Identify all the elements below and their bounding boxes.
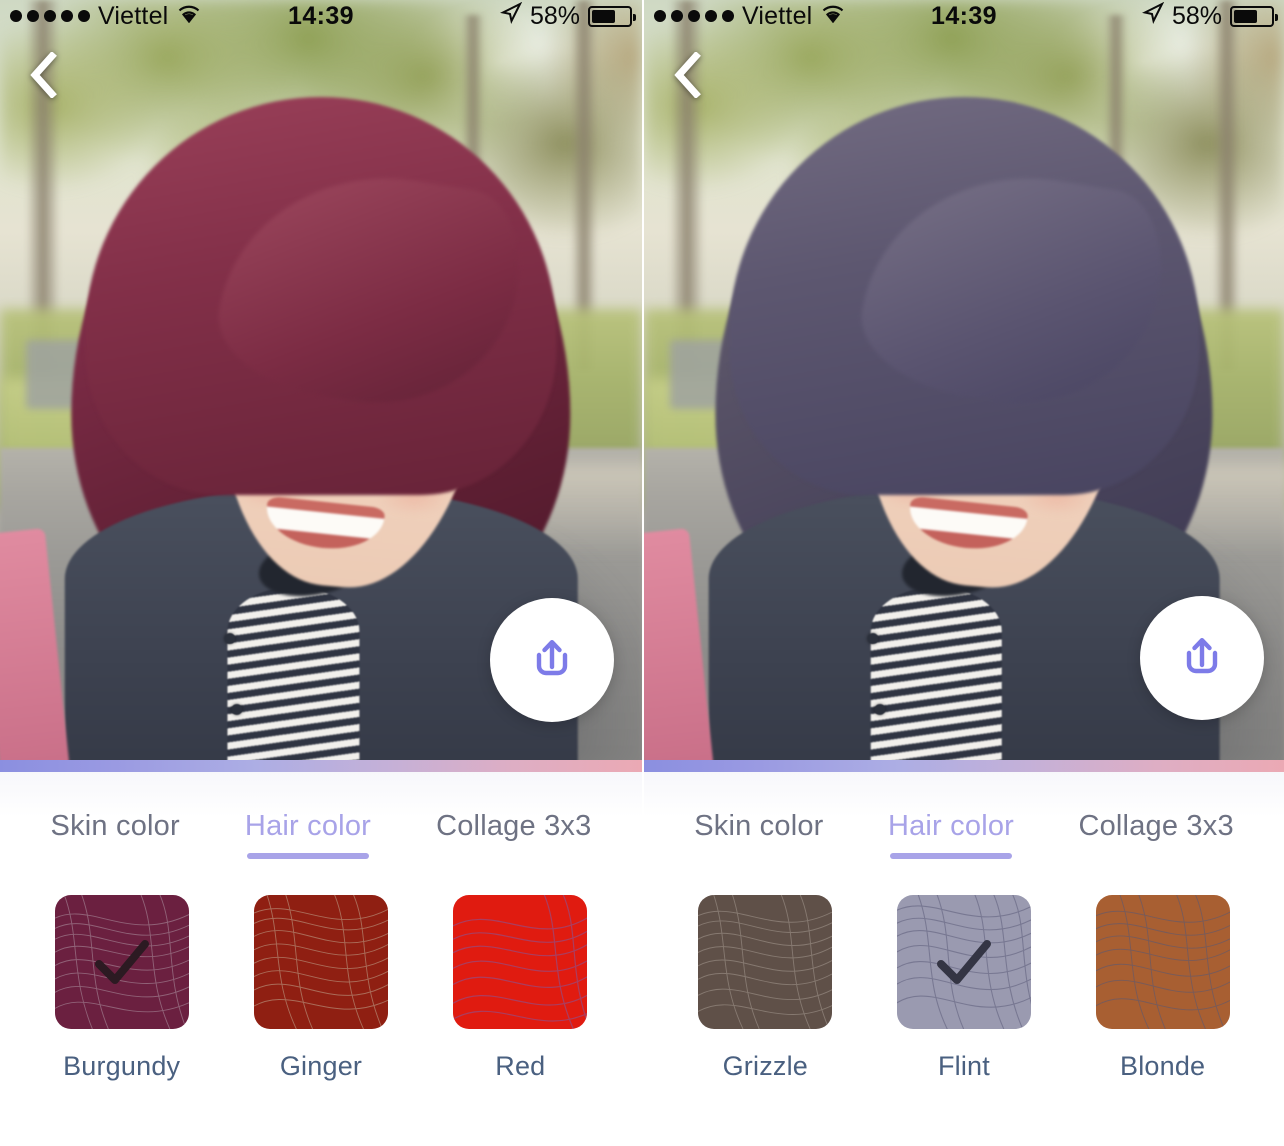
- swatch-thumbnail: [698, 895, 833, 1029]
- hair-strands-texture: [253, 895, 388, 1029]
- share-button[interactable]: [1140, 596, 1264, 720]
- swatch-red[interactable]: Red: [422, 895, 619, 1082]
- selected-check-icon: [55, 895, 189, 1029]
- share-upload-icon: [1173, 627, 1231, 690]
- clock-label: 14:39: [288, 1, 354, 30]
- tab-bar: Skin color Hair color Collage 3x3: [644, 772, 1284, 863]
- status-bar: Viettel 14:39 58%: [644, 0, 1284, 32]
- dual-screenshot-comparison: Viettel 14:39 58% Skin color Hair color …: [0, 0, 1284, 1146]
- active-tab-underline: [890, 853, 1012, 859]
- screen-left: Viettel 14:39 58% Skin color Hair color …: [0, 0, 642, 1146]
- editor-panel-right: Skin color Hair color Collage 3x3 Grizzl…: [644, 772, 1284, 1146]
- tab-collage-3x3[interactable]: Collage 3x3: [1078, 810, 1233, 863]
- subject-jacket-button: [223, 633, 235, 645]
- swatch-grizzle[interactable]: Grizzle: [667, 895, 864, 1082]
- tab-label: Collage 3x3: [436, 810, 592, 842]
- swatch-thumbnail: [54, 895, 189, 1029]
- photo-preview-left[interactable]: Viettel 14:39 58%: [0, 0, 642, 772]
- swatch-blonde[interactable]: Blonde: [1064, 895, 1261, 1082]
- status-bar: Viettel 14:39 58%: [0, 0, 642, 32]
- status-bar-left: Viettel: [10, 2, 288, 31]
- location-arrow-icon: [1141, 1, 1165, 31]
- subject-striped-shirt: [870, 587, 1002, 772]
- swatch-label: Blonde: [1119, 1051, 1206, 1081]
- back-button[interactable]: [658, 48, 716, 106]
- clock-label: 14:39: [931, 1, 997, 30]
- hair-strands-texture: [1095, 895, 1230, 1029]
- hair-color-swatch-list: Burgundy Ginger Red: [0, 863, 642, 1082]
- editor-panel-left: Skin color Hair color Collage 3x3 Burgun…: [0, 772, 642, 1146]
- active-tab-underline: [247, 853, 369, 859]
- tab-label: Skin color: [50, 810, 180, 842]
- tab-label: Hair color: [887, 810, 1015, 842]
- swatch-ginger[interactable]: Ginger: [222, 895, 419, 1082]
- back-button[interactable]: [14, 48, 72, 106]
- share-upload-icon: [523, 629, 581, 692]
- tab-label: Skin color: [694, 810, 824, 842]
- swatch-burgundy[interactable]: Burgundy: [23, 895, 220, 1082]
- battery-percent-label: 58%: [1171, 1, 1223, 30]
- subject-backpack-strap: [644, 527, 714, 772]
- swatch-thumbnail: [253, 895, 388, 1029]
- swatch-flint[interactable]: Flint: [866, 895, 1063, 1082]
- share-button[interactable]: [490, 598, 614, 722]
- swatch-thumbnail: [453, 895, 588, 1029]
- swatch-label: Ginger: [279, 1051, 363, 1081]
- carrier-label: Viettel: [742, 1, 813, 30]
- subject-jacket-button: [230, 704, 242, 716]
- photo-preview-right[interactable]: Viettel 14:39 58%: [644, 0, 1284, 772]
- signal-strength-icon: [654, 10, 734, 22]
- selected-check-icon: [897, 895, 1031, 1029]
- swatch-thumbnail: [896, 895, 1031, 1029]
- battery-icon: [1230, 5, 1279, 27]
- tab-label: Collage 3x3: [1078, 810, 1234, 842]
- battery-icon: [588, 5, 637, 27]
- chevron-left-icon: [670, 50, 704, 103]
- wifi-icon: [820, 2, 846, 30]
- tab-hair-color[interactable]: Hair color: [245, 810, 371, 863]
- gradient-divider: [0, 760, 642, 772]
- hair-strands-texture: [698, 895, 833, 1029]
- carrier-label: Viettel: [98, 1, 169, 30]
- swatch-label: Grizzle: [722, 1051, 809, 1081]
- signal-strength-icon: [10, 10, 90, 22]
- status-bar-left: Viettel: [654, 2, 931, 31]
- swatch-thumbnail: [1095, 895, 1230, 1029]
- swatch-label: Burgundy: [63, 1051, 181, 1081]
- wifi-icon: [176, 2, 202, 30]
- tab-skin-color[interactable]: Skin color: [694, 810, 823, 863]
- tab-bar: Skin color Hair color Collage 3x3: [0, 772, 642, 863]
- status-bar-right: 58%: [997, 1, 1279, 31]
- location-arrow-icon: [499, 1, 523, 31]
- tab-hair-color[interactable]: Hair color: [888, 810, 1014, 863]
- tab-skin-color[interactable]: Skin color: [51, 810, 180, 863]
- chevron-left-icon: [26, 50, 60, 103]
- swatch-label: Flint: [937, 1051, 990, 1081]
- hair-strands-texture: [453, 895, 588, 1029]
- status-bar-right: 58%: [354, 1, 637, 31]
- screen-right: Viettel 14:39 58% Skin color Hair color …: [642, 0, 1284, 1146]
- tab-collage-3x3[interactable]: Collage 3x3: [436, 810, 591, 863]
- hair-color-swatch-list: Grizzle Flint Blonde: [644, 863, 1284, 1082]
- subject-striped-shirt: [227, 587, 360, 772]
- battery-percent-label: 58%: [529, 1, 581, 30]
- swatch-label: Red: [495, 1051, 546, 1081]
- subject-backpack-strap: [0, 527, 70, 772]
- tab-label: Hair color: [244, 810, 372, 842]
- gradient-divider: [644, 760, 1284, 772]
